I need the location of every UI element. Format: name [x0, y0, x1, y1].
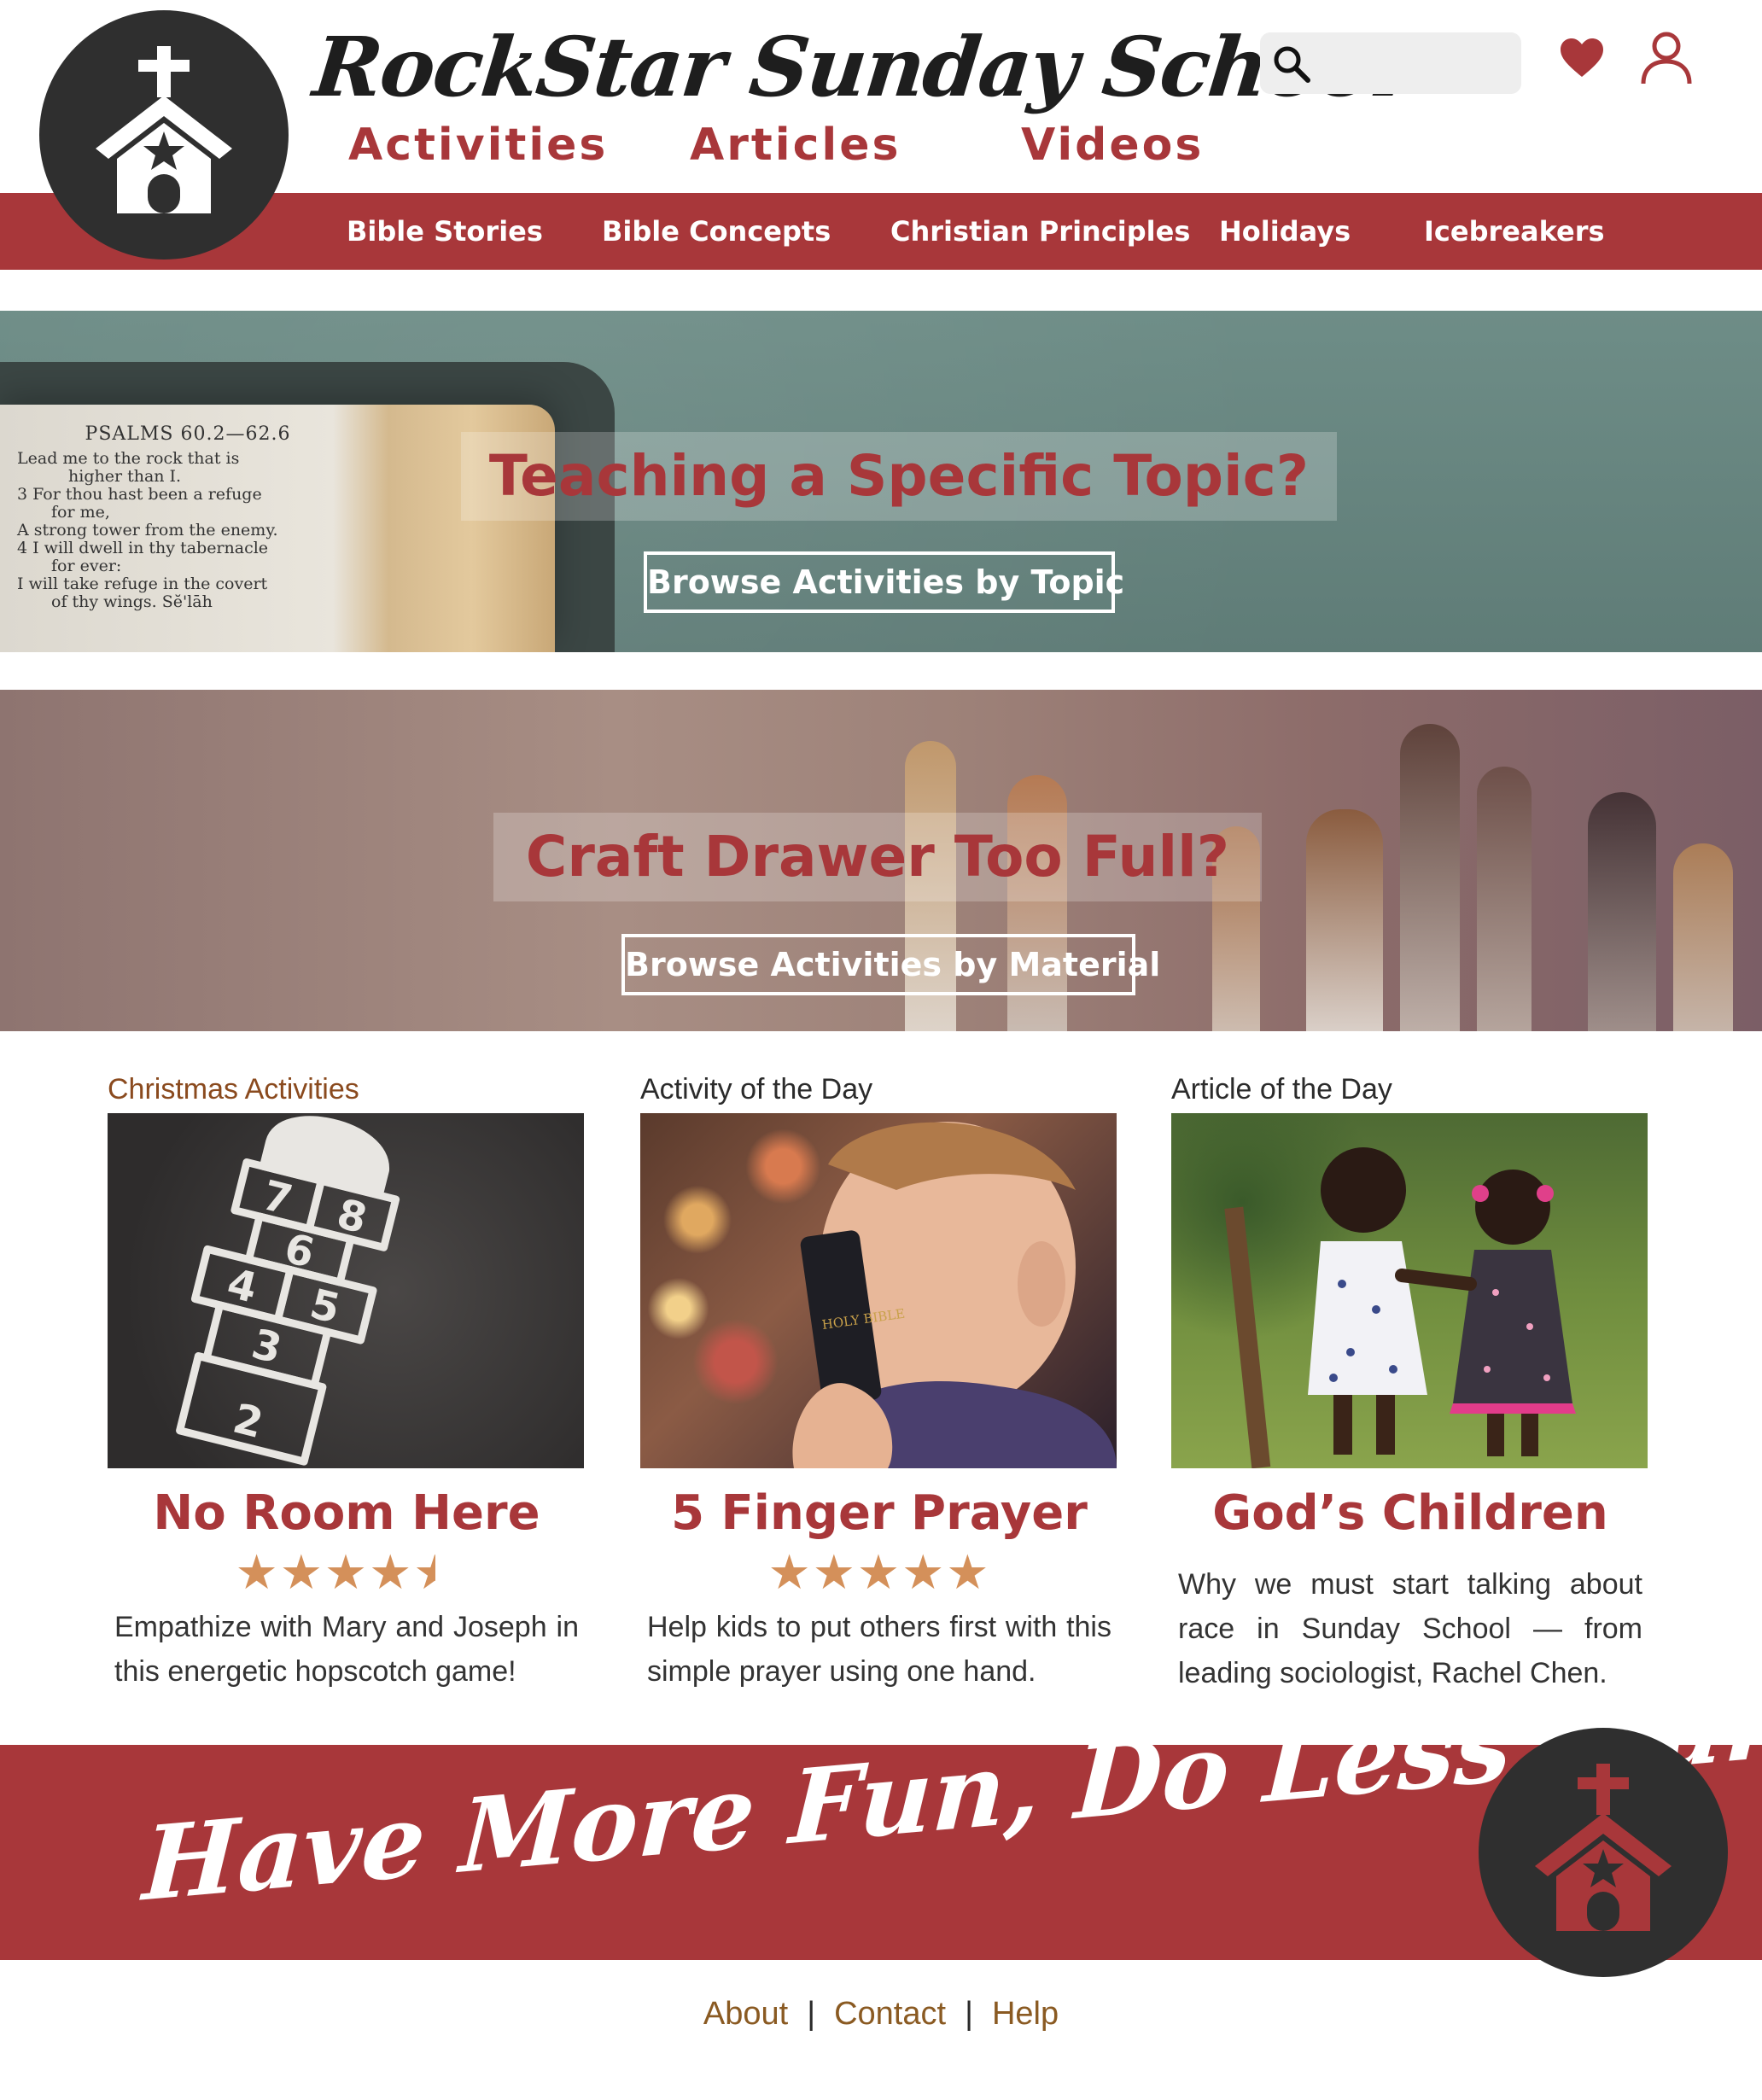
paintbrush-image — [1400, 724, 1460, 1031]
category-bible-concepts[interactable]: Bible Concepts — [602, 193, 831, 270]
nav-videos[interactable]: Videos — [1021, 120, 1204, 171]
footer-link-about[interactable]: About — [703, 1996, 788, 2032]
hopscotch-number: 5 — [306, 1280, 345, 1333]
heart-icon[interactable] — [1559, 38, 1605, 79]
praying-boy-drawing: HOLY BIBLE — [792, 1122, 1117, 1468]
category-icebreakers[interactable]: Icebreakers — [1424, 193, 1605, 270]
user-icon[interactable] — [1639, 31, 1694, 85]
hopscotch-number: 4 — [223, 1259, 262, 1312]
footer-logo[interactable] — [1479, 1728, 1728, 1977]
search-icon[interactable] — [1272, 44, 1311, 84]
browse-by-material-button[interactable]: Browse Activities by Material — [621, 934, 1160, 995]
hopscotch-number: 3 — [247, 1320, 286, 1373]
hopscotch-drawing: 8 7 6 5 4 3 2 — [176, 1116, 400, 1466]
browse-by-topic-button[interactable]: Browse Activities by Topic — [644, 551, 1124, 613]
hopscotch-number: 2 — [229, 1395, 268, 1448]
hopscotch-image[interactable]: 8 7 6 5 4 3 2 — [108, 1113, 584, 1468]
footer-link-help[interactable]: Help — [992, 1996, 1059, 2032]
church-icon — [1535, 1764, 1672, 1931]
star-rating: ★★★★★ — [640, 1549, 1118, 1596]
children-image[interactable] — [1171, 1113, 1648, 1468]
hopscotch-number: 8 — [332, 1190, 371, 1243]
topic-headline: Teaching a Specific Topic? — [461, 432, 1337, 521]
material-headline: Craft Drawer Too Full? — [493, 813, 1262, 901]
footer-separator: | — [807, 1996, 816, 2032]
paintbrush-image — [1673, 843, 1733, 1031]
footer-separator: | — [965, 1996, 973, 2032]
star-icon: ★★★★★ — [767, 1545, 991, 1599]
site-title[interactable]: RockStar Sunday School — [308, 12, 1408, 123]
children-drawing — [1224, 1147, 1576, 1468]
half-star-icon: ★ — [413, 1549, 463, 1596]
card-kicker: Activity of the Day — [640, 1073, 873, 1105]
card-title[interactable]: 5 Finger Prayer — [640, 1485, 1118, 1541]
card-title[interactable]: No Room Here — [108, 1485, 586, 1541]
star-icon: ★★★★ — [235, 1545, 414, 1599]
card-description: Empathize with Mary and Joseph in this e… — [114, 1611, 579, 1688]
hopscotch-number: 7 — [258, 1171, 297, 1224]
card-kicker: Article of the Day — [1171, 1073, 1392, 1105]
card-description: Help kids to put others first with this … — [647, 1611, 1111, 1688]
material-banner: Craft Drawer Too Full? Browse Activities… — [0, 690, 1762, 1031]
card-title[interactable]: God’s Children — [1171, 1485, 1649, 1541]
topic-banner: PSALMS 60.2—62.6 Lead me to the rock tha… — [0, 311, 1762, 652]
footer-link-contact[interactable]: Contact — [834, 1996, 946, 2032]
footer-links: About | Contact | Help — [0, 1996, 1762, 2033]
nav-activities[interactable]: Activities — [348, 120, 608, 171]
nav-articles[interactable]: Articles — [690, 120, 901, 171]
bible-text: PSALMS 60.2—62.6 Lead me to the rock tha… — [17, 423, 291, 611]
category-holidays[interactable]: Holidays — [1219, 193, 1351, 270]
category-christian-principles[interactable]: Christian Principles — [890, 193, 1190, 270]
praying-boy-image[interactable]: HOLY BIBLE — [640, 1113, 1117, 1468]
paintbrush-image — [1477, 767, 1532, 1031]
site-logo[interactable] — [39, 10, 289, 260]
church-icon — [96, 46, 232, 213]
search-input[interactable] — [1328, 43, 1508, 84]
paintbrush-image — [1588, 792, 1656, 1031]
hopscotch-number: 6 — [280, 1224, 319, 1277]
star-rating: ★★★★★ — [108, 1549, 586, 1596]
search-box[interactable] — [1260, 32, 1521, 94]
category-bible-stories[interactable]: Bible Stories — [347, 193, 543, 270]
card-kicker[interactable]: Christmas Activities — [108, 1069, 359, 1110]
paintbrush-image — [1306, 809, 1383, 1031]
